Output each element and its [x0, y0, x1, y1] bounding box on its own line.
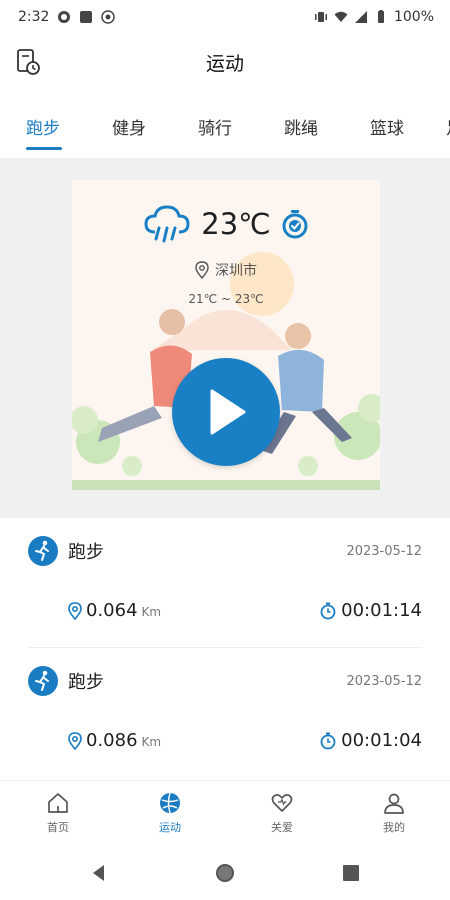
history-icon[interactable]: [16, 48, 42, 76]
tab-more-partial[interactable]: 足: [446, 114, 450, 139]
nav-care[interactable]: 关爱: [242, 791, 322, 835]
duration-value: 00:01:04: [341, 730, 422, 751]
distance-value: 0.086: [86, 730, 138, 751]
record-date: 2023-05-12: [346, 544, 422, 559]
tab-active-indicator: [26, 147, 62, 150]
distance-unit: Km: [141, 735, 162, 749]
app-square-icon: [80, 11, 93, 23]
bottom-navigation: 首页 运动 关爱 我的: [0, 780, 450, 846]
sport-icon: [160, 792, 180, 814]
distance-value: 0.064: [86, 600, 138, 621]
page-title: 运动: [205, 52, 244, 75]
back-icon[interactable]: [88, 862, 110, 884]
record-icon: [101, 10, 116, 24]
user-icon: [384, 793, 404, 814]
home-button-icon[interactable]: [214, 862, 236, 884]
run-record[interactable]: 跑步 2023-05-12 0.064 Km 00:01:14: [0, 518, 450, 648]
status-bar: 2:32 100%: [0, 0, 450, 34]
stopwatch-icon[interactable]: [281, 209, 309, 239]
tab-cycling[interactable]: 骑行: [198, 114, 232, 139]
start-run-button[interactable]: [172, 358, 280, 466]
nav-me-label: 我的: [383, 821, 405, 834]
system-navigation-bar: [0, 846, 450, 900]
hero-section: 23℃ 深圳市 21℃ ~ 23℃: [0, 158, 450, 518]
temperature-range: 21℃ ~ 23℃: [188, 292, 264, 306]
battery-icon: [377, 10, 384, 23]
record-distance: 0.064 Km: [68, 600, 161, 621]
vibrate-icon: [314, 12, 327, 22]
location-name: 深圳市: [215, 263, 257, 279]
nav-home[interactable]: 首页: [18, 791, 98, 835]
signal-icon: [354, 11, 367, 23]
status-time: 2:32: [18, 9, 50, 25]
timer-icon: [320, 602, 336, 619]
temperature: 23℃: [201, 207, 271, 241]
tab-jump-rope[interactable]: 跳绳: [284, 114, 318, 139]
location-row: 深圳市: [72, 260, 380, 280]
nav-sport[interactable]: 运动: [130, 791, 210, 835]
home-icon: [48, 793, 68, 813]
tab-running[interactable]: 跑步: [26, 114, 60, 139]
running-person-icon: [28, 666, 58, 696]
battery-level: 100%: [393, 9, 434, 25]
running-person-icon: [28, 536, 58, 566]
weather-row: 23℃: [72, 204, 380, 244]
record-distance: 0.086 Km: [68, 730, 161, 751]
recents-icon[interactable]: [340, 862, 362, 884]
record-duration: 00:01:04: [320, 730, 422, 751]
record-type: 跑步: [68, 672, 104, 693]
location-pin-icon: [195, 261, 209, 279]
cloud-rain-icon: [144, 205, 190, 243]
tab-basketball[interactable]: 篮球: [370, 114, 404, 139]
nav-sport-label: 运动: [159, 821, 181, 834]
tab-fitness[interactable]: 健身: [112, 114, 146, 139]
play-icon: [210, 389, 246, 435]
app-header: 运动: [0, 34, 450, 90]
location-pin-icon: [68, 731, 82, 750]
timer-icon: [320, 732, 336, 749]
app-notification-icon: [58, 11, 71, 23]
heart-icon: [271, 794, 293, 812]
nav-care-label: 关爱: [271, 821, 293, 834]
wifi-icon: [334, 11, 348, 22]
run-record[interactable]: 跑步 2023-05-12 0.086 Km 00:01:04: [0, 648, 450, 778]
nav-me[interactable]: 我的: [354, 791, 434, 835]
weather-card: 23℃ 深圳市 21℃ ~ 23℃: [72, 180, 380, 490]
record-date: 2023-05-12: [346, 674, 422, 689]
record-type: 跑步: [68, 542, 104, 563]
location-pin-icon: [68, 601, 82, 620]
distance-unit: Km: [141, 605, 162, 619]
duration-value: 00:01:14: [341, 600, 422, 621]
record-duration: 00:01:14: [320, 600, 422, 621]
sport-tabs: 跑步 健身 骑行 跳绳 篮球 足: [0, 92, 450, 158]
nav-home-label: 首页: [47, 821, 69, 834]
